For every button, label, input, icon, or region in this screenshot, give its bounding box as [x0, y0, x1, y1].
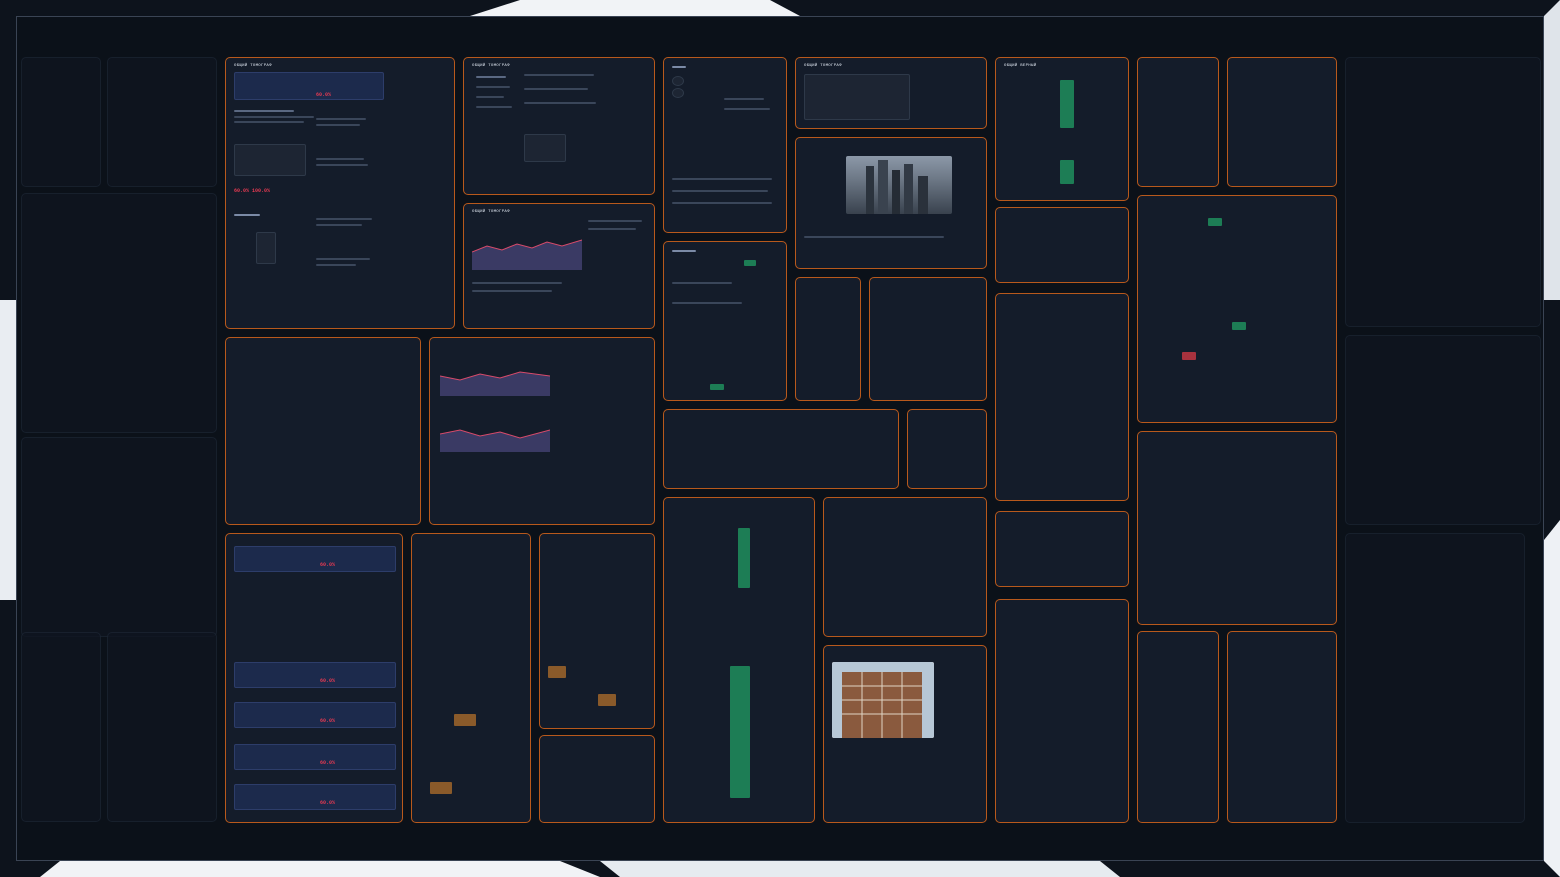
- panel-card: [995, 511, 1129, 587]
- dim-panel: [21, 437, 217, 637]
- panel-title: ОБЩИЙ ВЕРНЫЙ: [1004, 64, 1037, 68]
- panel-card: [995, 293, 1129, 501]
- input-widget[interactable]: [256, 232, 276, 264]
- panel-photo-construction: [823, 645, 987, 823]
- dim-panel: [21, 193, 217, 433]
- dim-panel: [107, 57, 217, 187]
- panel-table: ОБЩИЙ ВЕРНЫЙ: [995, 57, 1129, 201]
- action-button[interactable]: [744, 260, 756, 266]
- panel-side: [1227, 631, 1337, 823]
- panel-photo-city: [795, 137, 987, 269]
- panel-title: ОБЩИЙ ТОМОГРАФ: [472, 64, 510, 68]
- percent-value: 60.0%: [316, 92, 332, 98]
- city-photo: [846, 156, 952, 214]
- panel-side: [1137, 431, 1337, 625]
- dim-panel: [1345, 57, 1541, 327]
- panel-map: ОБЩИЙ ТОМОГРАФ: [795, 57, 987, 129]
- info-card: [234, 144, 306, 176]
- panel-table-mid: [823, 497, 987, 637]
- percent-value: 60.0% 100.0%: [234, 188, 271, 194]
- panel-small: [907, 409, 987, 489]
- panel-side: [1137, 195, 1337, 423]
- panel-controls: [663, 57, 787, 233]
- dim-panel: [107, 632, 217, 822]
- building-icon: [832, 662, 934, 738]
- construction-photo: [832, 662, 934, 738]
- panel-stats: [411, 533, 531, 823]
- info-card: [234, 72, 384, 100]
- panel-title: ОБЩИЙ ТОМОГРАФ: [804, 64, 842, 68]
- panel-tomograph-main: ОБЩИЙ ТОМОГРАФ 60.0% 60.0% 100.0%: [225, 57, 455, 329]
- panel-misc: [869, 277, 987, 401]
- panel-tomograph-mid: [225, 337, 421, 525]
- panel-side: [1227, 57, 1337, 187]
- panel-misc: [795, 277, 861, 401]
- skyline-icon: [866, 160, 928, 214]
- panel-wide: [663, 409, 899, 489]
- panel-title: ОБЩИЙ ТОМОГРАФ: [472, 210, 510, 214]
- panel-list: ОБЩИЙ ТОМОГРАФ: [463, 57, 655, 195]
- panel-buttons: [663, 241, 787, 401]
- dim-panel: [21, 57, 101, 187]
- panel-card: [995, 599, 1129, 823]
- dim-panel: [21, 632, 101, 822]
- panel-title: ОБЩИЙ ТОМОГРАФ: [234, 64, 272, 68]
- panel-stats: [539, 735, 655, 823]
- panel-chart-mid: [429, 337, 655, 525]
- area-chart: [440, 429, 550, 452]
- panel-card: [995, 207, 1129, 283]
- dim-panel: [1345, 533, 1525, 823]
- panel-side: [1137, 57, 1219, 187]
- panel-line-chart: ОБЩИЙ ТОМОГРАФ: [463, 203, 655, 329]
- collage-frame: ОБЩИЙ ТОМОГРАФ 60.0% 60.0% 100.0% ОБЩИЙ …: [16, 16, 1544, 861]
- panel-cards-list: 60.0% 60.0% 60.0% 60.0% 60.0%: [225, 533, 403, 823]
- dim-panel: [1345, 335, 1541, 525]
- panel-side: [1137, 631, 1219, 823]
- area-chart: [440, 371, 550, 396]
- panel-long-table: [663, 497, 815, 823]
- action-button[interactable]: [710, 384, 724, 390]
- area-chart: [472, 239, 582, 270]
- panel-stats: [539, 533, 655, 729]
